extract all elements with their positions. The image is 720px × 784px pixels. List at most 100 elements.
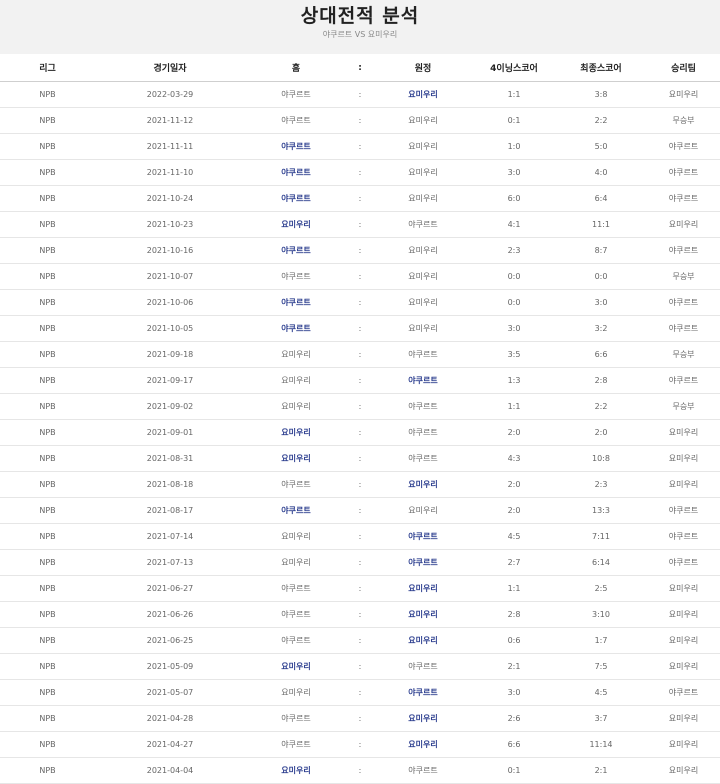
final-score-cell: 2:2 <box>555 107 647 134</box>
league-cell: NPB <box>0 315 95 342</box>
final-score-cell: 3:0 <box>555 289 647 316</box>
date-cell: 2021-08-31 <box>95 445 245 472</box>
final-score-cell: 2:0 <box>555 419 647 446</box>
inning4-score-cell: 3:0 <box>473 315 555 342</box>
date-cell: 2021-06-26 <box>95 601 245 628</box>
home-team-cell: 야쿠르트 <box>245 237 347 264</box>
away-team-cell: 야쿠르트 <box>373 341 473 368</box>
home-team-cell: 요미우리 <box>245 341 347 368</box>
table-row: NPB 2021-09-01 요미우리: 야쿠르트 2:0 2:0 요미우리 <box>0 419 720 446</box>
inning4-score-cell: 2:3 <box>473 237 555 264</box>
home-team-cell: 요미우리 <box>245 419 347 446</box>
inning4-score-cell: 2:8 <box>473 601 555 628</box>
away-team-cell: 요미우리 <box>373 497 473 524</box>
home-team-cell: 야쿠르트 <box>245 159 347 186</box>
final-score-cell: 2:8 <box>555 367 647 394</box>
away-team-cell: 요미우리 <box>373 471 473 498</box>
home-team-cell: 요미우리 <box>245 393 347 420</box>
winner-cell: 요미우리 <box>647 705 720 732</box>
final-score-cell: 13:3 <box>555 497 647 524</box>
separator-cell: : <box>347 107 373 134</box>
league-cell: NPB <box>0 341 95 368</box>
date-cell: 2021-08-18 <box>95 471 245 498</box>
inning4-score-cell: 2:0 <box>473 419 555 446</box>
column-header-date: 경기일자 <box>95 54 245 82</box>
column-header-away: 원정 <box>373 54 473 82</box>
page-header: 상대전적 분석 야쿠르트 VS 요미우리 <box>0 0 720 54</box>
separator-cell: : <box>347 393 373 420</box>
date-cell: 2021-10-07 <box>95 263 245 290</box>
separator-cell: : <box>347 731 373 758</box>
inning4-score-cell: 0:0 <box>473 289 555 316</box>
winner-cell: 야쿠르트 <box>647 523 720 550</box>
table-row: NPB 2021-08-18 야쿠르트: 요미우리 2:0 2:3 요미우리 <box>0 471 720 498</box>
final-score-cell: 5:0 <box>555 133 647 160</box>
winner-cell: 야쿠르트 <box>647 549 720 576</box>
inning4-score-cell: 2:7 <box>473 549 555 576</box>
inning4-score-cell: 2:0 <box>473 497 555 524</box>
final-score-cell: 7:5 <box>555 653 647 680</box>
date-cell: 2021-09-18 <box>95 341 245 368</box>
away-team-cell: 야쿠르트 <box>373 393 473 420</box>
winner-cell: 요미우리 <box>647 601 720 628</box>
final-score-cell: 8:7 <box>555 237 647 264</box>
table-row: NPB 2021-10-06 야쿠르트: 요미우리 0:0 3:0 야쿠르트 <box>0 289 720 316</box>
final-score-cell: 3:7 <box>555 705 647 732</box>
table-row: NPB 2021-04-04 요미우리: 야쿠르트 0:1 2:1 요미우리 <box>0 757 720 784</box>
separator-cell: : <box>347 367 373 394</box>
away-team-cell: 요미우리 <box>373 185 473 212</box>
separator-cell: : <box>347 445 373 472</box>
away-team-cell: 요미우리 <box>373 705 473 732</box>
final-score-cell: 2:3 <box>555 471 647 498</box>
away-team-cell: 요미우리 <box>373 263 473 290</box>
winner-cell: 야쿠르트 <box>647 133 720 160</box>
winner-cell: 요미우리 <box>647 627 720 654</box>
away-team-cell: 요미우리 <box>373 107 473 134</box>
inning4-score-cell: 3:0 <box>473 159 555 186</box>
home-team-cell: 야쿠르트 <box>245 185 347 212</box>
column-header-league: 리그 <box>0 54 95 82</box>
away-team-cell: 야쿠르트 <box>373 523 473 550</box>
home-team-cell: 야쿠르트 <box>245 705 347 732</box>
separator-cell: : <box>347 471 373 498</box>
winner-cell: 무승부 <box>647 393 720 420</box>
league-cell: NPB <box>0 419 95 446</box>
table-row: NPB 2021-07-13 요미우리: 야쿠르트 2:7 6:14 야쿠르트 <box>0 549 720 576</box>
inning4-score-cell: 1:1 <box>473 393 555 420</box>
inning4-score-cell: 0:6 <box>473 627 555 654</box>
date-cell: 2021-11-11 <box>95 133 245 160</box>
away-team-cell: 야쿠르트 <box>373 757 473 784</box>
final-score-cell: 1:7 <box>555 627 647 654</box>
home-team-cell: 야쿠르트 <box>245 81 347 108</box>
separator-cell: : <box>347 523 373 550</box>
winner-cell: 야쿠르트 <box>647 497 720 524</box>
column-header-winner: 승리팀 <box>647 54 720 82</box>
inning4-score-cell: 1:0 <box>473 133 555 160</box>
inning4-score-cell: 0:1 <box>473 757 555 784</box>
separator-cell: : <box>347 289 373 316</box>
home-team-cell: 야쿠르트 <box>245 107 347 134</box>
table-row: NPB 2021-09-17 요미우리: 야쿠르트 1:3 2:8 야쿠르트 <box>0 367 720 394</box>
winner-cell: 요미우리 <box>647 471 720 498</box>
league-cell: NPB <box>0 445 95 472</box>
winner-cell: 야쿠르트 <box>647 237 720 264</box>
table-row: NPB 2021-10-23 요미우리: 야쿠르트 4:1 11:1 요미우리 <box>0 211 720 238</box>
league-cell: NPB <box>0 159 95 186</box>
column-header-home: 홈 <box>245 54 347 82</box>
away-team-cell: 요미우리 <box>373 133 473 160</box>
inning4-score-cell: 4:1 <box>473 211 555 238</box>
winner-cell: 야쿠르트 <box>647 185 720 212</box>
home-team-cell: 요미우리 <box>245 549 347 576</box>
winner-cell: 요미우리 <box>647 757 720 784</box>
final-score-cell: 2:1 <box>555 757 647 784</box>
table-row: NPB 2021-09-02 요미우리: 야쿠르트 1:1 2:2 무승부 <box>0 393 720 420</box>
league-cell: NPB <box>0 653 95 680</box>
home-team-cell: 야쿠르트 <box>245 263 347 290</box>
inning4-score-cell: 3:0 <box>473 679 555 706</box>
final-score-cell: 7:11 <box>555 523 647 550</box>
winner-cell: 무승부 <box>647 107 720 134</box>
table-row: NPB 2021-04-27 야쿠르트: 요미우리 6:6 11:14 요미우리 <box>0 731 720 758</box>
home-team-cell: 요미우리 <box>245 367 347 394</box>
inning4-score-cell: 1:3 <box>473 367 555 394</box>
date-cell: 2021-10-16 <box>95 237 245 264</box>
